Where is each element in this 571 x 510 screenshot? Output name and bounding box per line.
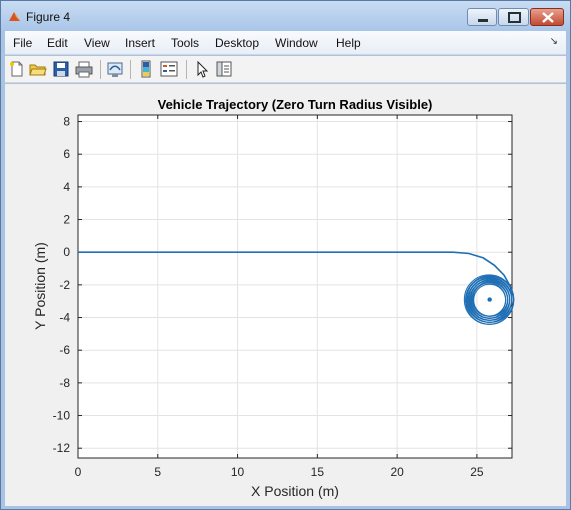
toolbar-separator xyxy=(100,60,101,79)
x-tick-label: 5 xyxy=(154,465,161,479)
menu-window[interactable]: Window xyxy=(275,36,318,50)
y-tick-label: 2 xyxy=(63,213,70,227)
y-tick-label: -8 xyxy=(59,376,70,390)
maximize-icon xyxy=(508,12,521,23)
open-file-icon[interactable] xyxy=(29,60,47,78)
y-tick-label: 8 xyxy=(63,115,70,129)
legend-icon[interactable] xyxy=(160,60,178,78)
y-tick-label: 4 xyxy=(63,180,70,194)
y-tick-label: -4 xyxy=(59,311,70,325)
colorbar-icon[interactable] xyxy=(137,60,155,78)
title-bar[interactable]: Figure 4 xyxy=(1,1,570,31)
minimize-icon xyxy=(478,19,488,22)
print-icon[interactable] xyxy=(75,60,93,78)
x-tick-labels: 0 5 10 15 20 25 xyxy=(75,465,484,479)
menu-file[interactable]: File xyxy=(13,36,32,50)
menu-bar: File Edit View Insert Tools Desktop Wind… xyxy=(5,31,566,55)
save-icon[interactable] xyxy=(52,60,70,78)
trajectory-plot[interactable]: 0 5 10 15 20 25 86420-2-4-6-8-10-12 Vehicle T… xyxy=(5,84,566,506)
y-tick-label: 0 xyxy=(63,245,70,259)
menu-tools[interactable]: Tools xyxy=(171,36,199,50)
x-tick-label: 15 xyxy=(311,465,325,479)
close-button[interactable] xyxy=(530,8,564,26)
menu-insert[interactable]: Insert xyxy=(125,36,155,50)
menu-edit[interactable]: Edit xyxy=(47,36,68,50)
close-icon xyxy=(542,12,554,23)
x-tick-label: 20 xyxy=(390,465,404,479)
x-tick-label: 10 xyxy=(231,465,245,479)
x-tick-label: 25 xyxy=(470,465,484,479)
property-editor-icon[interactable] xyxy=(215,60,233,78)
figure-window: Figure 4 File Edit View Insert Tools Des… xyxy=(0,0,571,510)
y-tick-label: -2 xyxy=(59,278,70,292)
menu-help[interactable]: Help xyxy=(336,36,361,50)
figure-canvas: 0 5 10 15 20 25 8 6 4 2 0 -2 -4 -6 -8 -10 -12 Vehicle T… xyxy=(5,84,566,506)
axes-background xyxy=(78,115,512,458)
y-tick-label: -6 xyxy=(59,343,70,357)
dock-arrow-icon[interactable]: ↘ xyxy=(550,36,558,47)
y-axis-label: Y Position (m) xyxy=(32,242,48,330)
end-point-marker xyxy=(487,297,492,302)
toolbar-separator xyxy=(130,60,131,79)
menu-view[interactable]: View xyxy=(84,36,110,50)
new-figure-icon[interactable] xyxy=(8,60,26,78)
x-tick-label: 0 xyxy=(75,465,82,479)
window-title: Figure 4 xyxy=(26,10,71,24)
maximize-button[interactable] xyxy=(498,8,529,26)
chart-title: Vehicle Trajectory (Zero Turn Radius Vis… xyxy=(158,97,433,112)
y-tick-label: -12 xyxy=(53,441,71,455)
y-tick-label: 6 xyxy=(63,147,70,161)
minimize-button[interactable] xyxy=(467,8,497,26)
x-axis-label: X Position (m) xyxy=(251,483,339,499)
y-tick-labels: 8 6 4 2 0 -2 -4 -6 -8 -10 -12 xyxy=(53,115,71,456)
toolbar-separator xyxy=(186,60,187,79)
figure-toolbar xyxy=(5,56,566,83)
menu-desktop[interactable]: Desktop xyxy=(215,36,259,50)
y-tick-label: -10 xyxy=(53,409,71,423)
pointer-icon[interactable] xyxy=(193,60,211,78)
link-plot-icon[interactable] xyxy=(106,60,124,78)
matlab-icon xyxy=(9,12,20,21)
